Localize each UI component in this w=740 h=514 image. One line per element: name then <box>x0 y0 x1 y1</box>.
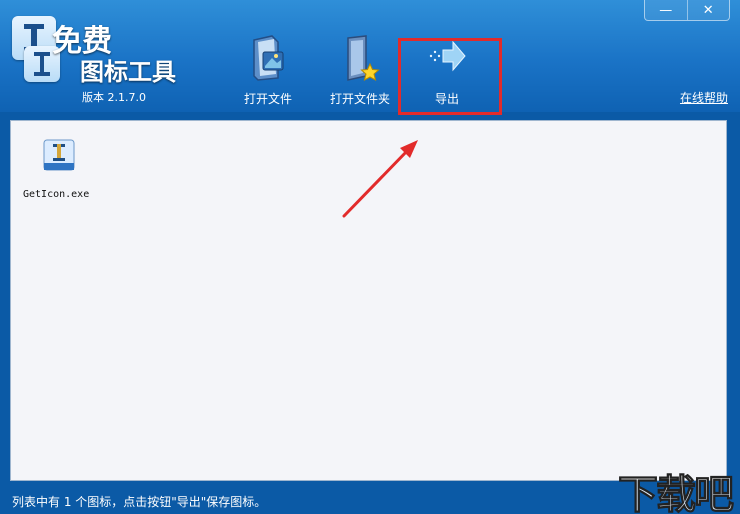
online-help-link[interactable]: 在线帮助 <box>680 89 728 106</box>
open-folder-label: 打开文件夹 <box>329 92 390 106</box>
minimize-icon: — <box>659 2 673 18</box>
app-window: 免费 图标工具 版本 2.1.7.0 — ✕ 打开文件 打开文件夹 导出 在线帮… <box>0 0 740 514</box>
open-file-label: 打开文件 <box>243 92 292 106</box>
file-name: GetIcon.exe <box>23 189 90 200</box>
watermark-logo: 下载吧 <box>618 472 735 514</box>
close-button[interactable]: ✕ <box>686 0 730 20</box>
close-icon: ✕ <box>702 2 714 18</box>
list-item[interactable]: GetIcon.exe <box>23 139 93 209</box>
app-title-line2: 图标工具 <box>80 57 176 86</box>
status-bar: 列表中有 1 个图标，点击按钮"导出"保存图标。 下载吧 <box>0 472 740 514</box>
open-folder-icon <box>347 35 380 81</box>
minimize-button[interactable]: — <box>645 0 687 20</box>
status-text: 列表中有 1 个图标，点击按钮"导出"保存图标。 <box>12 495 267 509</box>
version-label: 版本 2.1.7.0 <box>82 91 146 104</box>
window-controls: — ✕ <box>644 0 730 21</box>
open-file-icon <box>253 35 284 81</box>
open-folder-button[interactable]: 打开文件夹 <box>322 30 398 110</box>
annotation-arrow <box>342 140 418 218</box>
open-file-button[interactable]: 打开文件 <box>238 30 298 110</box>
app-icon <box>43 139 75 171</box>
export-highlight-box <box>398 38 502 115</box>
header: 免费 图标工具 版本 2.1.7.0 — ✕ 打开文件 打开文件夹 导出 在线帮… <box>0 0 740 112</box>
